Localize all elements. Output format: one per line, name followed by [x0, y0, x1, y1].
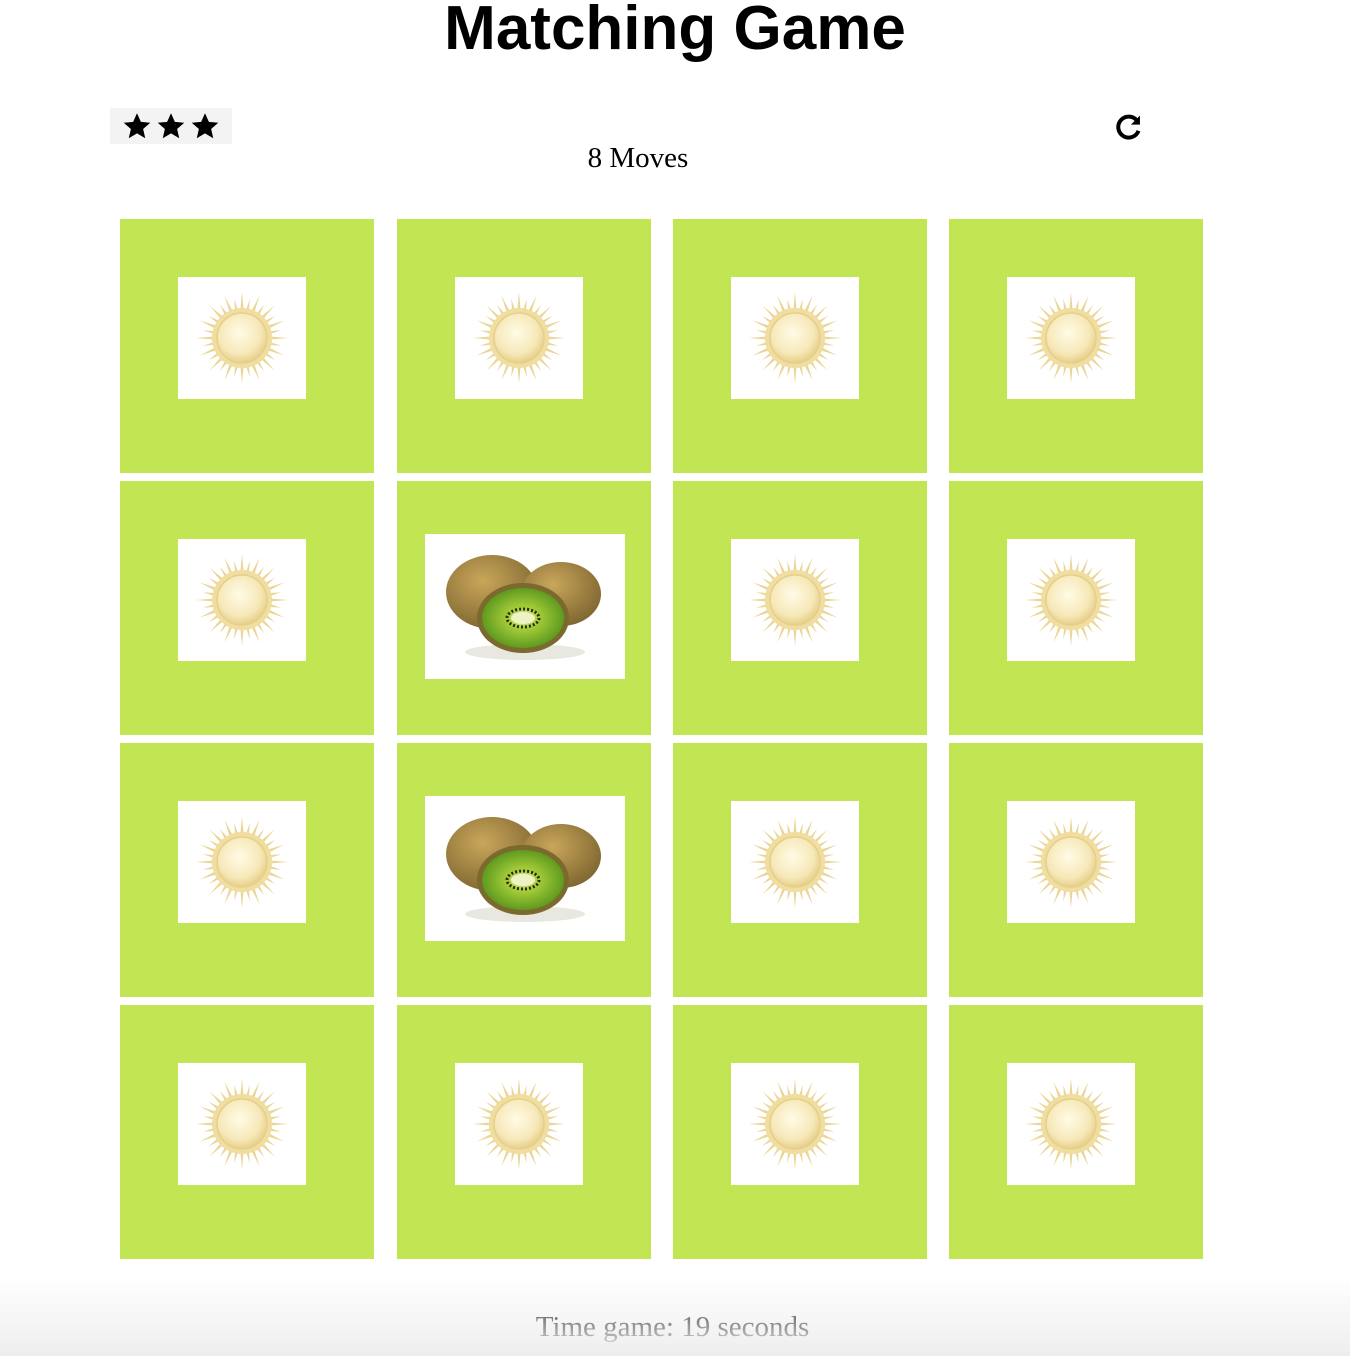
game-timer: Time game: 19 seconds [535, 1311, 810, 1343]
restart-icon[interactable] [1110, 108, 1148, 146]
sun-icon [731, 277, 859, 399]
card[interactable] [397, 481, 651, 735]
sun-icon [1007, 801, 1135, 923]
star-icon [156, 111, 186, 141]
sun-icon [731, 1063, 859, 1185]
card[interactable] [397, 219, 651, 473]
card[interactable] [673, 743, 927, 997]
card[interactable] [949, 219, 1203, 473]
sun-icon [1007, 277, 1135, 399]
sun-icon [731, 801, 859, 923]
sun-icon [178, 277, 306, 399]
sun-icon [455, 277, 583, 399]
card[interactable] [397, 743, 651, 997]
card[interactable] [120, 1005, 374, 1259]
sun-icon [1007, 539, 1135, 661]
card[interactable] [949, 481, 1203, 735]
card[interactable] [673, 219, 927, 473]
card[interactable] [949, 743, 1203, 997]
star-icon [190, 111, 220, 141]
card[interactable] [120, 481, 374, 735]
card-deck [120, 219, 1203, 1259]
sun-icon [178, 539, 306, 661]
sun-icon [1007, 1063, 1135, 1185]
card[interactable] [673, 481, 927, 735]
kiwi-image [425, 534, 625, 679]
star-rating [110, 108, 232, 144]
sun-icon [731, 539, 859, 661]
page-title: Matching Game [444, 0, 906, 63]
card[interactable] [120, 743, 374, 997]
star-icon [122, 111, 152, 141]
sun-icon [178, 1063, 306, 1185]
card[interactable] [673, 1005, 927, 1259]
card[interactable] [397, 1005, 651, 1259]
card[interactable] [120, 219, 374, 473]
sun-icon [455, 1063, 583, 1185]
sun-icon [178, 801, 306, 923]
kiwi-image [425, 796, 625, 941]
card[interactable] [949, 1005, 1203, 1259]
moves-counter: 8 Moves [587, 142, 689, 174]
